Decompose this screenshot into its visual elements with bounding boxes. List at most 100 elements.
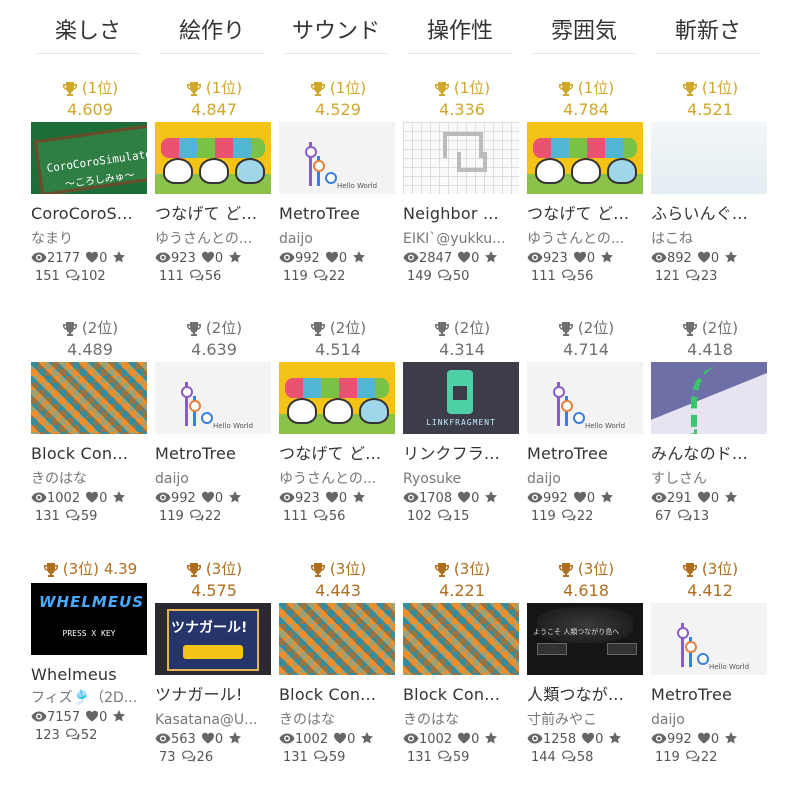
game-author[interactable]: daijo — [155, 470, 273, 488]
game-thumbnail[interactable]: LINKFRAGMENT — [403, 362, 519, 434]
game-card[interactable]: (3位) 4.221 Block Con... きのはな 1002 0 131 59 — [403, 559, 521, 765]
game-card[interactable]: (3位) 4.618 ようこそ 人類つながり島へ 人類つなが... 寸前みやこ 1258 0… — [527, 559, 645, 765]
heart-icon[interactable] — [697, 732, 711, 747]
game-card[interactable]: (3位) 4.575 ツナガール! ツナガール! Kasatana@U... 563 0 73… — [155, 559, 273, 765]
game-card[interactable]: (1位) 4.784 つなげて ど... ゆうさんとの... 923 0 111 56 — [527, 78, 645, 284]
star-icon[interactable] — [228, 732, 242, 747]
game-thumbnail[interactable] — [403, 122, 519, 194]
game-author[interactable]: ゆうさんとの... — [527, 230, 645, 248]
game-author[interactable]: 寸前みやこ — [527, 711, 645, 729]
game-thumbnail[interactable]: Hello World — [279, 122, 395, 194]
heart-icon[interactable] — [201, 732, 215, 747]
game-card[interactable]: (1位) 4.521 ふらいんぐ... はこね 892 0 121 23 — [651, 78, 769, 284]
game-thumbnail[interactable] — [31, 362, 147, 434]
game-title[interactable]: つなげて ど... — [527, 204, 645, 224]
category-novelty[interactable]: 斬新さ — [656, 14, 760, 54]
game-title[interactable]: MetroTree — [527, 444, 645, 464]
star-icon[interactable] — [352, 251, 366, 266]
game-author[interactable]: Ryosuke — [403, 470, 521, 488]
game-card[interactable]: (1位) 4.336 Neighbor ... EIKI`@yukku... 2847 0… — [403, 78, 521, 284]
category-fun[interactable]: 楽しさ — [36, 14, 140, 54]
game-thumbnail[interactable] — [651, 122, 767, 194]
game-title[interactable]: Block Con... — [279, 685, 397, 705]
game-title[interactable]: Neighbor ... — [403, 204, 521, 224]
game-thumbnail[interactable]: WHELMEUS PRESS X KEY — [31, 583, 147, 655]
game-title[interactable]: つなげて ど... — [279, 444, 397, 464]
game-author[interactable]: Kasatana@U... — [155, 711, 273, 729]
heart-icon[interactable] — [573, 251, 587, 266]
star-icon[interactable] — [600, 491, 614, 506]
star-icon[interactable] — [360, 732, 374, 747]
game-card[interactable]: (1位) 4.847 つなげて ど... ゆうさんとの... 923 0 111 56 — [155, 78, 273, 284]
game-title[interactable]: Whelmeus — [31, 665, 149, 685]
game-title[interactable]: MetroTree — [651, 685, 769, 705]
heart-icon[interactable] — [457, 732, 471, 747]
game-author[interactable]: フィズ🎐（2D... — [31, 689, 149, 707]
game-title[interactable]: 人類つなが... — [527, 685, 645, 705]
heart-icon[interactable] — [201, 491, 215, 506]
game-thumbnail[interactable]: ツナガール! — [155, 603, 271, 675]
game-author[interactable]: daijo — [527, 470, 645, 488]
category-sound[interactable]: サウンド — [284, 14, 388, 54]
game-thumbnail[interactable] — [527, 122, 643, 194]
star-icon[interactable] — [112, 491, 126, 506]
star-icon[interactable] — [608, 732, 622, 747]
heart-icon[interactable] — [85, 251, 99, 266]
star-icon[interactable] — [724, 251, 738, 266]
game-card[interactable]: (3位) 4.443 Block Con... きのはな 1002 0 131 59 — [279, 559, 397, 765]
heart-icon[interactable] — [325, 491, 339, 506]
game-title[interactable]: MetroTree — [155, 444, 273, 464]
game-thumbnail[interactable]: ようこそ 人類つながり島へ — [527, 603, 643, 675]
heart-icon[interactable] — [697, 251, 711, 266]
game-thumbnail[interactable]: Hello World — [651, 603, 767, 675]
game-card[interactable]: (2位) 4.639 Hello World MetroTree daijo 992 0 11… — [155, 318, 273, 524]
game-card[interactable]: (3位) 4.412 Hello World MetroTree daijo 992 0 11… — [651, 559, 769, 765]
heart-icon[interactable] — [85, 710, 99, 725]
heart-icon[interactable] — [457, 491, 471, 506]
game-author[interactable]: ゆうさんとの... — [279, 470, 397, 488]
game-thumbnail[interactable]: Hello World — [527, 362, 643, 434]
category-atmosphere[interactable]: 雰囲気 — [532, 14, 636, 54]
game-title[interactable]: リンクフラ... — [403, 444, 521, 464]
game-thumbnail[interactable] — [279, 362, 395, 434]
game-author[interactable]: daijo — [279, 230, 397, 248]
heart-icon[interactable] — [457, 251, 471, 266]
game-title[interactable]: つなげて ど... — [155, 204, 273, 224]
game-title[interactable]: CoroCoroS... — [31, 204, 149, 224]
game-title[interactable]: Block Con... — [403, 685, 521, 705]
game-author[interactable]: きのはな — [403, 711, 521, 729]
star-icon[interactable] — [352, 491, 366, 506]
star-icon[interactable] — [600, 251, 614, 266]
heart-icon[interactable] — [333, 732, 347, 747]
game-card[interactable]: (1位) 4.529 Hello World MetroTree daijo 992 0 11… — [279, 78, 397, 284]
star-icon[interactable] — [484, 732, 498, 747]
star-icon[interactable] — [724, 491, 738, 506]
game-title[interactable]: ツナガール! — [155, 685, 273, 705]
game-thumbnail[interactable] — [403, 603, 519, 675]
game-thumbnail[interactable]: Hello World — [155, 362, 271, 434]
heart-icon[interactable] — [325, 251, 339, 266]
game-card[interactable]: (2位) 4.514 つなげて ど... ゆうさんとの... 923 0 111 56 — [279, 318, 397, 524]
star-icon[interactable] — [112, 710, 126, 725]
game-title[interactable]: MetroTree — [279, 204, 397, 224]
star-icon[interactable] — [228, 251, 242, 266]
game-title[interactable]: みんなのド... — [651, 444, 769, 464]
game-thumbnail[interactable]: CoroCoroSimulator ～ころしみゅ～ — [31, 122, 147, 194]
game-card[interactable]: (2位) 4.418 みんなのド... すしさん 291 0 67 13 — [651, 318, 769, 524]
game-card[interactable]: (1位) 4.609 CoroCoroSimulator ～ころしみゅ～ CoroCor… — [31, 78, 149, 284]
game-author[interactable]: きのはな — [31, 470, 149, 488]
star-icon[interactable] — [228, 491, 242, 506]
game-author[interactable]: なまり — [31, 230, 149, 248]
game-author[interactable]: すしさん — [651, 470, 769, 488]
category-controls[interactable]: 操作性 — [408, 14, 512, 54]
game-card[interactable]: (2位) 4.489 Block Con... きのはな 1002 0 131 59 — [31, 318, 149, 524]
category-graphics[interactable]: 絵作り — [160, 14, 264, 54]
game-author[interactable]: EIKI`@yukku... — [403, 230, 521, 248]
star-icon[interactable] — [484, 491, 498, 506]
game-author[interactable]: daijo — [651, 711, 769, 729]
heart-icon[interactable] — [85, 491, 99, 506]
heart-icon[interactable] — [573, 491, 587, 506]
game-card[interactable]: (2位) 4.314 LINKFRAGMENT リンクフラ... Ryosuke 1708… — [403, 318, 521, 524]
game-thumbnail[interactable] — [155, 122, 271, 194]
game-thumbnail[interactable] — [279, 603, 395, 675]
